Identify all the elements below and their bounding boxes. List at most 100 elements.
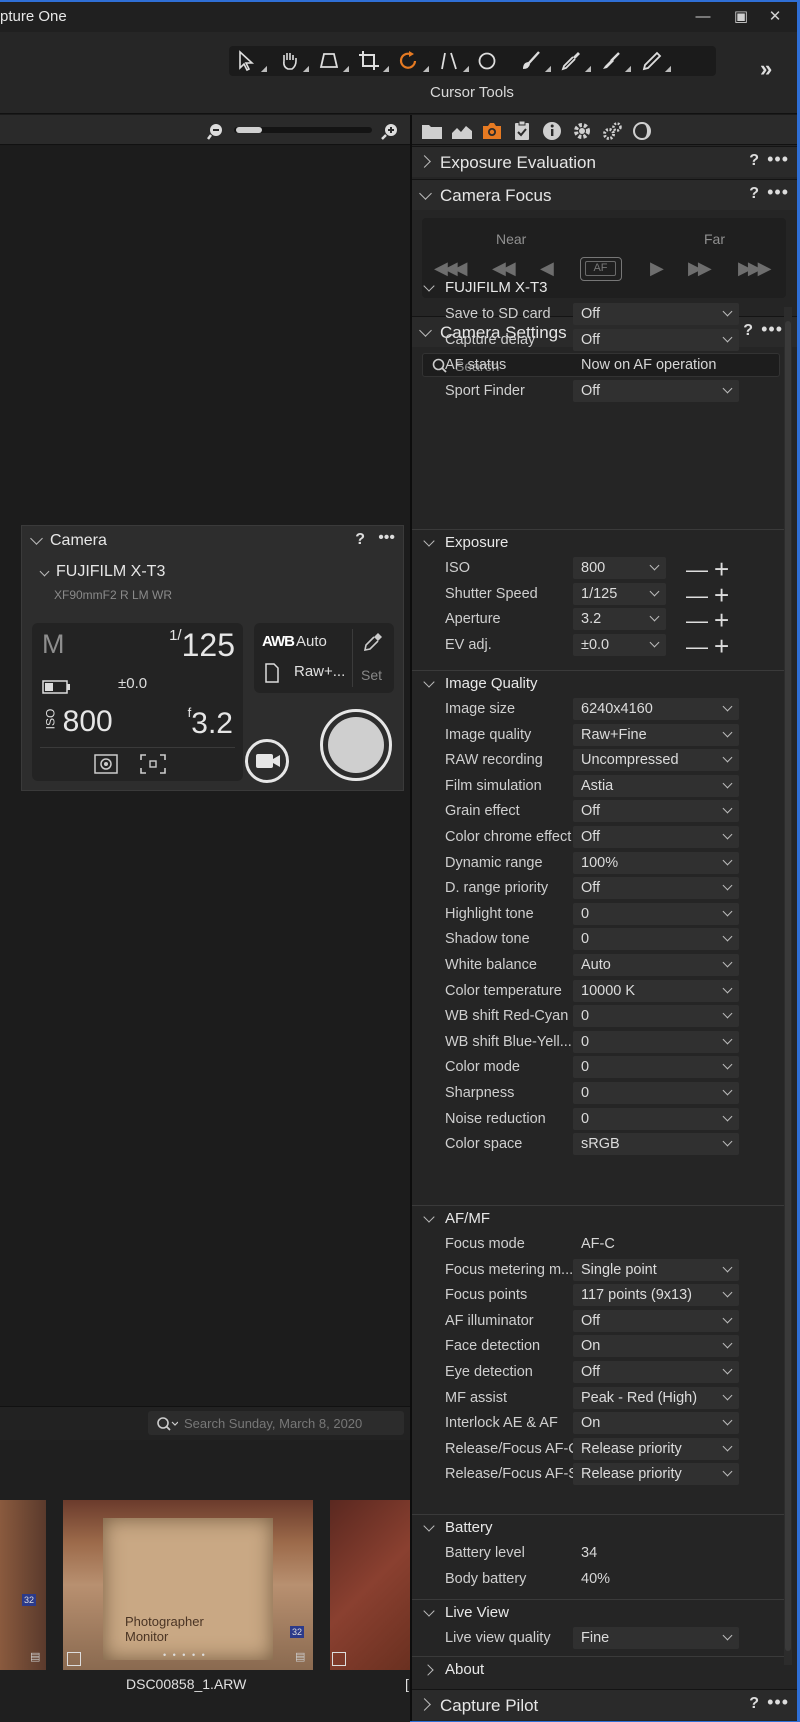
setting-dropdown[interactable]: 0	[573, 1056, 739, 1079]
capture-tab[interactable]	[474, 120, 510, 149]
collapse-chevron-icon[interactable]	[419, 187, 432, 200]
setting-dropdown[interactable]: 6240x4160	[573, 698, 739, 720]
more-options-icon[interactable]: •••	[378, 529, 395, 547]
thumb-info-icon[interactable]: ▤	[295, 1650, 305, 1663]
exposure-evaluation-header[interactable]: Exposure Evaluation ? •••	[412, 146, 797, 177]
thumbnail-selected[interactable]: Photographer Monitor 32 • • • • • ▤	[63, 1500, 313, 1670]
setting-dropdown[interactable]: 117 points (9x13)	[573, 1284, 739, 1307]
collapse-chevron-icon[interactable]	[423, 676, 435, 688]
maximize-icon[interactable]: ▣	[728, 5, 754, 29]
pan-tool-icon[interactable]: ◢	[277, 49, 311, 73]
expand-chevron-icon[interactable]	[418, 1698, 431, 1711]
setting-dropdown[interactable]: Off	[573, 379, 739, 402]
setting-dropdown[interactable]: 0	[573, 1030, 739, 1053]
exposure-tab-icon[interactable]	[450, 120, 474, 142]
ev-readout[interactable]: ±0.0	[118, 675, 147, 692]
collapse-chevron-icon[interactable]	[423, 1520, 435, 1532]
decrement-icon[interactable]: —	[686, 583, 708, 609]
setting-dropdown[interactable]: Off	[573, 1309, 739, 1332]
setting-dropdown[interactable]: 0	[573, 1005, 739, 1028]
setting-dropdown[interactable]: On	[573, 1335, 739, 1358]
decrement-icon[interactable]: —	[686, 634, 708, 660]
focus-area-icon[interactable]	[140, 754, 166, 774]
help-icon[interactable]: ?	[749, 185, 759, 203]
thumbnail-partial-left[interactable]: 32 ▤	[0, 1500, 46, 1670]
heal-tool-icon[interactable]: ◢	[599, 49, 633, 73]
increment-icon[interactable]: +	[714, 631, 729, 662]
record-video-button[interactable]	[245, 739, 289, 783]
thumb-info-icon[interactable]: ▤	[30, 1650, 40, 1663]
adjustments-tab-icon[interactable]	[510, 120, 534, 142]
collapse-chevron-icon[interactable]	[423, 1211, 435, 1223]
capture-pilot-header[interactable]: Capture Pilot ? •••	[412, 1689, 797, 1720]
browser-search-input[interactable]: Search Sunday, March 8, 2020	[148, 1411, 404, 1435]
help-icon[interactable]: ?	[355, 531, 365, 549]
library-tab-icon[interactable]	[420, 120, 444, 142]
zoom-in-icon[interactable]	[380, 121, 400, 141]
setting-dropdown[interactable]: Raw+Fine	[573, 723, 739, 746]
minimize-icon[interactable]: —	[690, 5, 716, 29]
group-battery[interactable]: Battery	[412, 1514, 788, 1541]
setting-dropdown[interactable]: Release priority	[573, 1437, 739, 1460]
setting-dropdown[interactable]: 3.2	[573, 608, 666, 631]
crop-tool-icon[interactable]: ◢	[357, 49, 391, 73]
more-options-icon[interactable]: •••	[767, 182, 789, 203]
group-live-view[interactable]: Live View	[412, 1599, 788, 1626]
setting-dropdown[interactable]: Release priority	[573, 1463, 739, 1486]
collapse-chevron-icon[interactable]	[423, 1605, 435, 1617]
setting-dropdown[interactable]: 0	[573, 902, 739, 925]
expand-chevron-icon[interactable]	[422, 1664, 434, 1676]
setting-dropdown[interactable]: Peak - Red (High)	[573, 1386, 739, 1409]
setting-dropdown[interactable]: 0	[573, 1107, 739, 1130]
styles-tab-icon[interactable]	[630, 120, 654, 142]
collapse-chevron-icon[interactable]	[30, 532, 43, 545]
setting-dropdown[interactable]: 0	[573, 928, 739, 951]
help-icon[interactable]: ?	[749, 152, 759, 170]
select-tool-icon[interactable]: ◢	[235, 49, 269, 73]
setting-dropdown[interactable]: 0	[573, 1082, 739, 1104]
set-wb-button[interactable]: Set	[361, 667, 382, 683]
setting-dropdown[interactable]: Off	[573, 826, 739, 848]
expand-chevron-icon[interactable]	[418, 155, 431, 168]
setting-dropdown[interactable]: ±0.0	[573, 633, 666, 656]
help-icon[interactable]: ?	[749, 1695, 759, 1713]
aperture-readout[interactable]: f3.2	[188, 705, 233, 741]
lens-correction-tool-icon[interactable]: ◢	[437, 49, 471, 73]
settings-tab-icon[interactable]	[570, 120, 594, 142]
thumb-rating-dots[interactable]: • • • • •	[163, 1650, 207, 1660]
setting-dropdown[interactable]: Off	[573, 328, 739, 351]
setting-dropdown[interactable]: sRGB	[573, 1133, 739, 1156]
close-icon[interactable]: ✕	[762, 5, 788, 29]
eyedropper-icon[interactable]	[362, 631, 384, 653]
more-options-icon[interactable]: •••	[767, 1692, 789, 1713]
setting-dropdown[interactable]: Fine	[573, 1627, 739, 1649]
advanced-settings-tab-icon[interactable]	[600, 120, 624, 142]
setting-dropdown[interactable]: 10000 K	[573, 979, 739, 1002]
wb-value[interactable]: Auto	[296, 633, 327, 650]
group-fuji[interactable]: FUJIFILM X-T3	[412, 275, 788, 302]
toolbar-expand-icon[interactable]: »	[760, 56, 772, 82]
decrement-icon[interactable]: —	[686, 608, 708, 634]
setting-dropdown[interactable]: Uncompressed	[573, 749, 739, 772]
decrement-icon[interactable]: —	[686, 557, 708, 583]
zoom-out-icon[interactable]	[207, 121, 227, 141]
brush-tool-icon[interactable]: ◢	[519, 49, 553, 73]
capture-button[interactable]	[320, 709, 392, 781]
color-picker-tool-icon[interactable]: ◢	[559, 49, 593, 73]
iso-readout[interactable]: ISO 800	[42, 705, 112, 739]
settings-scrollbar[interactable]	[784, 307, 792, 1665]
setting-dropdown[interactable]: Single point	[573, 1258, 739, 1281]
more-options-icon[interactable]: •••	[767, 149, 789, 170]
zoom-slider-handle[interactable]	[236, 127, 262, 133]
setting-dropdown[interactable]: 1/125	[573, 582, 666, 605]
setting-dropdown[interactable]: Astia	[573, 774, 739, 797]
collapse-chevron-icon[interactable]	[423, 535, 435, 547]
setting-dropdown[interactable]: Off	[573, 303, 739, 325]
model-chevron-icon[interactable]	[39, 566, 50, 577]
camera-panel-header[interactable]: Camera ? •••	[22, 526, 403, 556]
rotate-tool-icon[interactable]: ◢	[397, 49, 431, 73]
group-about[interactable]: About	[412, 1656, 788, 1683]
annotate-tool-icon[interactable]: ◢	[639, 49, 673, 73]
group-exposure[interactable]: Exposure	[412, 529, 788, 556]
setting-dropdown[interactable]: Off	[573, 800, 739, 823]
